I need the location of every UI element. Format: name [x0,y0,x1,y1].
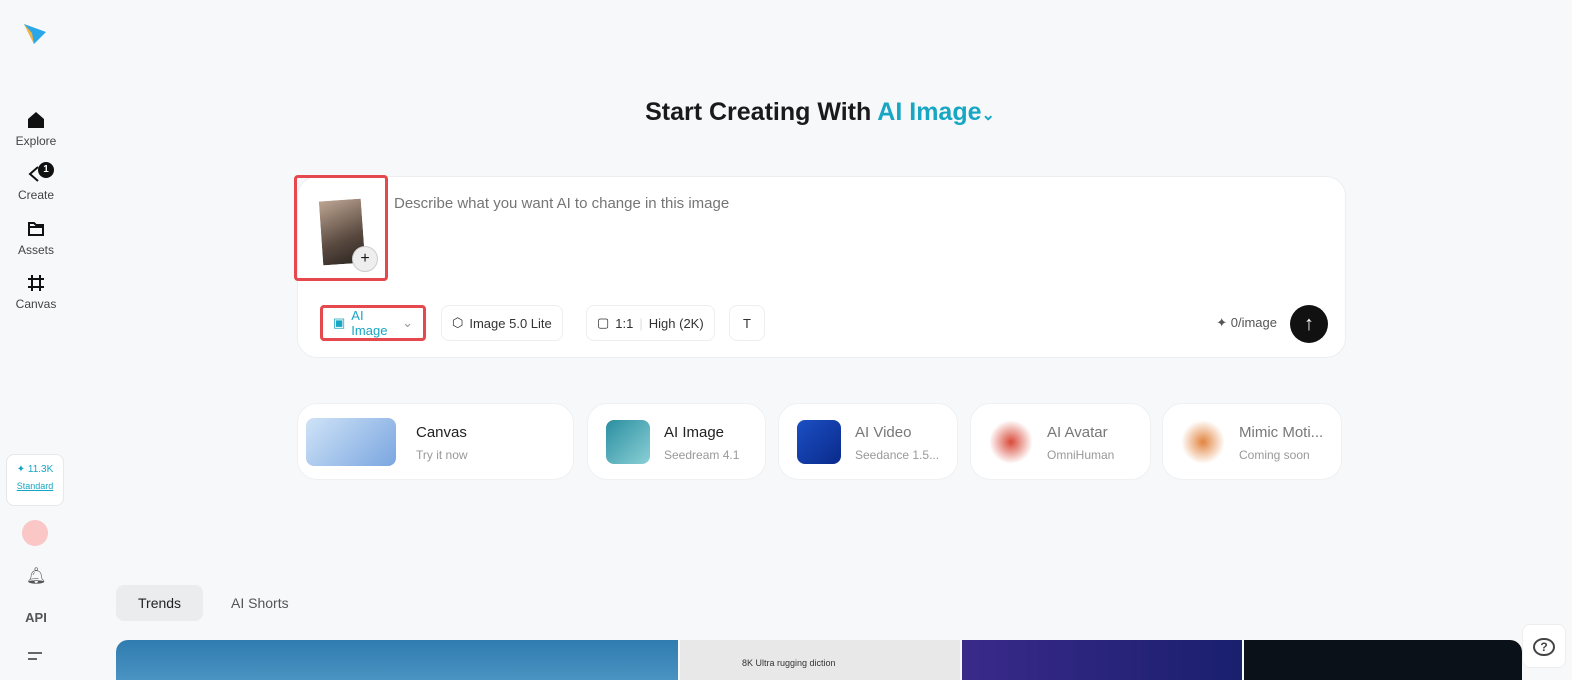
tab-trends[interactable]: Trends [116,585,204,621]
card-subtitle: Try it now [416,448,468,462]
feature-card-ai-avatar[interactable]: AI Avatar OmniHuman [970,403,1151,480]
card-subtitle: Coming soon [1239,448,1310,462]
notification-badge: 1 [38,162,54,178]
sidebar-item-label: Canvas [15,297,57,311]
cost-label: ✦ 0/image [1216,315,1277,330]
sidebar-item-label: Explore [15,134,57,148]
ratio-label: 1:1 [615,315,634,331]
cube-icon: ⬡ [452,315,464,330]
sidebar-item-create[interactable]: 1 Create [0,162,72,202]
card-subtitle: Seedance 1.5... [855,448,940,462]
prompt-box: + ▣AI Image⌄ ⬡Image 5.0 Lite ▢1:1|High (… [294,175,1346,358]
model-dropdown[interactable]: ⬡ Image 5.0 Lite [441,305,563,341]
sidebar-item-canvas[interactable]: Canvas [0,273,72,311]
feature-card-ai-video[interactable]: AI Video Seedance 1.5... [778,403,958,480]
help-icon: ? [1533,638,1555,656]
ai-image-icon: ▣ [333,315,346,330]
chevron-down-icon: ⌄ [402,315,413,330]
gallery-caption: 8K Ultra rugging diction [742,658,836,668]
card-title: Mimic Moti... [1239,424,1324,441]
square-icon: ▢ [597,315,610,330]
add-image-button[interactable]: + [352,246,378,272]
ratio-quality-dropdown[interactable]: ▢ 1:1 | High (2K) [586,305,715,341]
credits-badge[interactable]: ✦ 11.3K Standard [6,454,64,506]
sidebar-item-assets[interactable]: Assets [0,219,72,257]
model-label: Image 5.0 Lite [469,315,552,331]
card-subtitle: OmniHuman [1047,448,1115,462]
logo-icon[interactable] [22,20,48,46]
send-button[interactable]: ↑ [1290,305,1328,343]
card-title: Canvas [416,424,467,441]
ai-avatar-thumbnail [989,420,1033,464]
gallery-item[interactable]: 8K Ultra rugging diction [680,640,960,680]
tab-ai-shorts[interactable]: AI Shorts [209,585,311,621]
menu-icon[interactable] [28,652,42,664]
text-icon: T [743,315,751,331]
canvas-thumbnail [306,418,396,466]
reference-image-slot[interactable]: + [294,175,388,281]
ai-video-thumbnail [797,420,841,464]
ai-image-thumbnail [606,420,650,464]
gallery-item[interactable] [116,640,678,680]
page-title: Start Creating With AI Image⌄ [0,98,1572,127]
quality-label: High (2K) [648,315,704,331]
plan-link[interactable]: Standard [7,481,63,491]
avatar[interactable] [22,520,48,546]
gallery-item[interactable] [962,640,1242,680]
chevron-down-icon[interactable]: ⌄ [982,107,995,124]
card-title: AI Avatar [1047,424,1108,441]
feature-card-ai-image[interactable]: AI Image Seedream 4.1 [587,403,766,480]
title-prefix: Start Creating With [645,98,872,126]
gallery-item[interactable] [1244,640,1522,680]
card-title: AI Video [855,424,912,441]
mimic-motion-thumbnail [1181,420,1225,464]
canvas-icon [28,275,44,291]
api-link[interactable]: API [0,610,72,625]
feature-card-mimic-motion[interactable]: Mimic Moti... Coming soon [1162,403,1342,480]
mode-label: AI Image [351,308,388,338]
card-title: AI Image [664,424,725,441]
folder-icon [28,222,44,236]
text-style-button[interactable]: T [729,305,765,341]
help-button[interactable]: ? [1522,624,1566,668]
card-subtitle: Seedream 4.1 [664,448,740,462]
credits-count: ✦ 11.3K [16,464,54,475]
bell-icon[interactable]: 🔔︎ [26,566,46,586]
sidebar-item-label: Create [17,188,55,202]
feature-card-canvas[interactable]: Canvas Try it now [297,403,574,480]
mode-dropdown[interactable]: ▣ AI Image ⌄ [320,305,426,341]
prompt-input[interactable] [394,195,1194,212]
sidebar-item-label: Assets [17,243,54,257]
mode-selector[interactable]: AI Image [877,98,981,126]
